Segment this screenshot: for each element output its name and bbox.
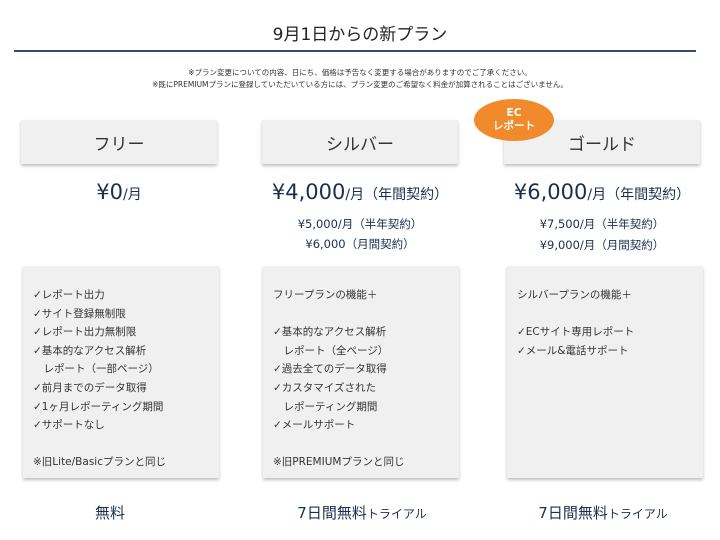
feature-item: レポート（全ページ） (273, 344, 389, 357)
price-unit-gold: /月（年間契約） (587, 187, 691, 203)
feature-item (517, 305, 695, 324)
plan-header-silver: シルバー (262, 120, 458, 164)
footer-big-gold: 7日間無料 (538, 504, 608, 522)
footer-big-silver: 7日間無料 (297, 504, 367, 522)
price-silver: ¥4,000/月（年間契約） (240, 180, 480, 204)
page-title: 9月1日からの新プラン (272, 25, 448, 45)
feature-item: ✓サポートなし (33, 419, 105, 432)
badge-line-2: レポート (493, 120, 535, 132)
footer-small-silver: トライアル (366, 507, 427, 521)
footer-silver: 7日間無料トライアル (242, 502, 482, 523)
price-amount-gold: ¥6,000 (513, 180, 588, 204)
feature-item: レポーティング期間 (273, 400, 378, 413)
feature-item: ✓1ヶ月レポーティング期間 (33, 400, 164, 413)
feature-item: ✓メールサポート (273, 419, 356, 432)
footer-small-gold: トライアル (607, 507, 668, 521)
plan-name-gold: ゴールド (568, 134, 636, 155)
footer-gold: 7日間無料トライアル (483, 502, 720, 523)
notice-line-2: ※既にPREMIUMプランに登録していただいている方には、プラン変更のご希望なく… (152, 80, 568, 89)
footer-big-free: 無料 (94, 504, 125, 522)
ec-report-badge: EC レポート (474, 99, 554, 141)
feature-item (33, 435, 211, 454)
feature-item (273, 305, 451, 324)
price-amount-silver: ¥4,000 (271, 180, 346, 204)
plan-header-free: フリー (21, 120, 217, 164)
feature-item: レポート（一部ページ） (33, 363, 159, 376)
feature-item: ✓過去全てのデータ取得 (273, 363, 387, 376)
price-unit-silver: /月（年間契約） (345, 187, 449, 203)
feature-box-free: ✓レポート出力 ✓サイト登録無制限 ✓レポート出力無制限 ✓基本的なアクセス解析… (23, 266, 219, 478)
price-free: ¥0/月 (0, 180, 239, 204)
feature-item: ✓サイト登録無制限 (33, 307, 126, 320)
price-sub-silver-half-year: ¥5,000/月（半年契約） (297, 217, 423, 231)
price-sub-gold-half-year: ¥7,500/月（半年契約） (539, 217, 665, 231)
footer-free: 無料 (0, 502, 230, 523)
price-sub-gold-monthly: ¥9,000/月（月間契約） (539, 238, 665, 252)
feature-intro: フリープランの機能＋ (273, 289, 378, 301)
notice-line-1: ※プラン変更についての内容、日にち、価格は予告なく変更する場合がありますのでご了… (188, 68, 532, 77)
feature-item: ✓前月までのデータ取得 (33, 381, 147, 394)
feature-item: ✓ECサイト専用レポート (517, 326, 635, 339)
feature-box-gold: シルバープランの機能＋ ✓ECサイト専用レポート ✓メール&電話サポート (507, 266, 703, 478)
feature-box-silver: フリープランの機能＋ ✓基本的なアクセス解析 レポート（全ページ） ✓過去全ての… (263, 266, 459, 478)
feature-item: ✓基本的なアクセス解析 (33, 344, 147, 357)
plan-name-silver: シルバー (326, 134, 394, 155)
title-divider (14, 50, 696, 52)
badge-line-1: EC (506, 107, 522, 119)
price-sub-silver-monthly: ¥6,000（月間契約） (305, 237, 415, 251)
feature-note: ※旧PREMIUMプランと同じ (273, 456, 405, 469)
feature-item: ✓メール&電話サポート (517, 344, 629, 357)
price-amount-free: ¥0 (96, 180, 123, 204)
feature-item: ✓カスタマイズされた (273, 381, 376, 394)
feature-item (273, 435, 451, 454)
feature-item: ✓基本的なアクセス解析 (273, 326, 387, 339)
price-gold: ¥6,000/月（年間契約） (482, 180, 720, 204)
feature-note: ※旧Lite/Basicプランと同じ (33, 456, 166, 469)
price-unit-free: /月 (123, 187, 142, 203)
feature-intro: シルバープランの機能＋ (517, 289, 632, 301)
feature-item: ✓レポート出力 (33, 289, 105, 301)
feature-item: ✓レポート出力無制限 (33, 326, 137, 339)
plan-name-free: フリー (93, 134, 145, 155)
